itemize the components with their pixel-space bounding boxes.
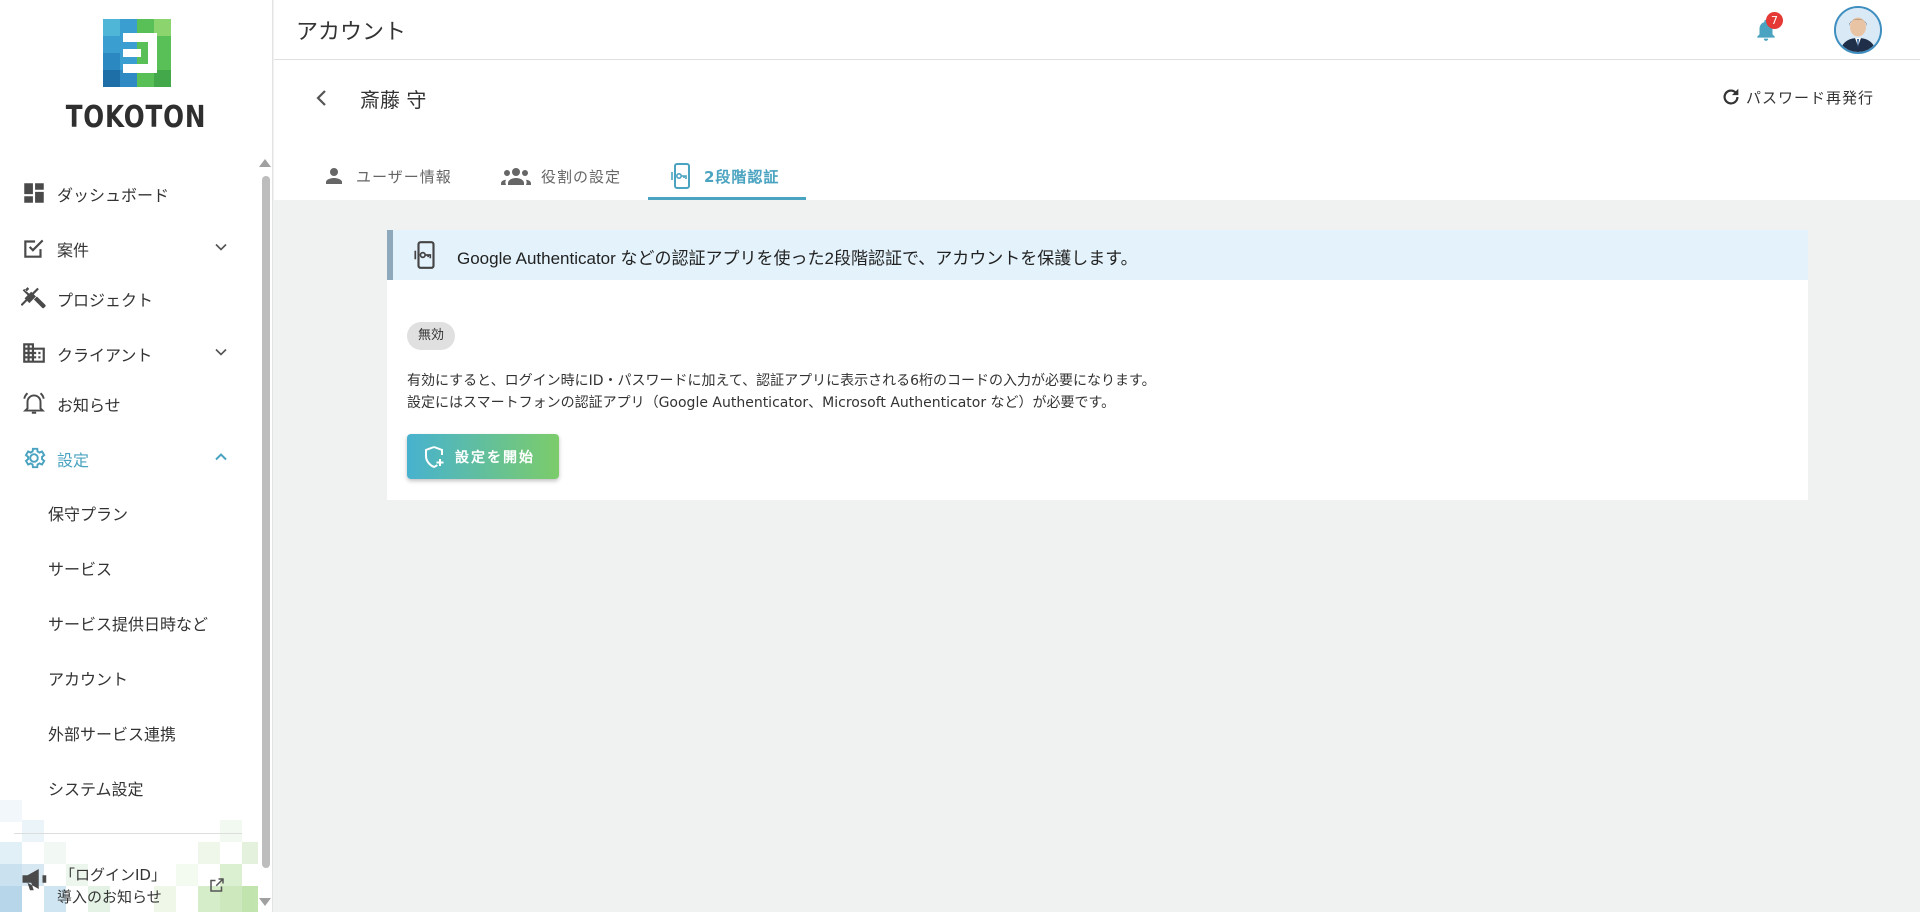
tab-user-info[interactable]: ユーザー情報 — [322, 154, 452, 198]
sidebar-item-notices[interactable]: お知らせ — [0, 382, 250, 422]
phone-key-icon — [414, 241, 435, 269]
building-icon — [23, 343, 45, 363]
tab-label: 2段階認証 — [704, 167, 780, 186]
user-name: 斎藤 守 — [360, 88, 427, 112]
chevron-down-icon[interactable] — [211, 237, 231, 257]
two-factor-description: 有効にすると、ログイン時にID・パスワードに加えて、認証アプリに表示される6桁の… — [407, 370, 1156, 414]
scroll-down-arrow-icon[interactable] — [259, 898, 271, 906]
sidebar-item-label: プロジェクト — [57, 291, 154, 310]
start-setup-label: 設定を開始 — [455, 450, 535, 466]
sidebar-item-label: クライアント — [57, 346, 153, 365]
sidebar-subitem-service-schedule[interactable]: サービス提供日時など — [48, 611, 208, 635]
sidebar-item-cases[interactable]: 案件 — [0, 227, 250, 267]
page-title: アカウント — [296, 20, 407, 45]
sidebar-item-label: お知らせ — [57, 396, 121, 415]
sidebar-subitem-account[interactable]: アカウント — [48, 666, 128, 690]
tools-icon — [21, 287, 46, 309]
dashboard-icon — [24, 183, 44, 203]
description-line-2: 設定にはスマートフォンの認証アプリ（Google Authenticator、M… — [407, 395, 1116, 411]
bell-ring-icon — [22, 392, 46, 414]
refresh-icon — [1723, 88, 1739, 105]
sidebar-item-label: 案件 — [57, 241, 90, 260]
group-icon — [501, 168, 531, 185]
sidebar-subitem-services[interactable]: サービス — [48, 556, 112, 580]
chevron-up-icon[interactable] — [211, 447, 231, 467]
brand-name: TOKOTON — [65, 100, 207, 135]
two-factor-info-banner: Google Authenticator などの認証アプリを使った2段階認証で、… — [387, 230, 1808, 280]
phone-key-icon — [671, 163, 690, 189]
task-check-icon — [24, 239, 44, 258]
external-link-icon[interactable] — [208, 876, 226, 894]
scroll-up-arrow-icon[interactable] — [259, 159, 271, 167]
gear-icon — [24, 447, 46, 469]
notice-line-1: 「ログインID」 — [60, 866, 166, 884]
tab-two-factor-auth[interactable]: 2段階認証 — [670, 154, 779, 198]
person-icon — [326, 168, 342, 184]
password-reset-label: パスワード再発行 — [1746, 88, 1875, 107]
two-factor-card: Google Authenticator などの認証アプリを使った2段階認証で、… — [387, 230, 1808, 500]
tab-label: 役割の設定 — [541, 167, 622, 186]
sidebar-item-clients[interactable]: クライアント — [0, 332, 250, 372]
account-header-panel: 斎藤 守 パスワード再発行 ユーザー情報 役割の設定 2段階認証 — [274, 60, 1920, 200]
tab-label: ユーザー情報 — [356, 167, 452, 186]
sidebar-item-label: 設定 — [57, 451, 90, 470]
sidebar-scroll-thumb[interactable] — [262, 176, 270, 868]
sidebar: TOKOTON ダッシュボード 案件 プロジェクト クライアント お知らせ 設定… — [0, 0, 273, 912]
tokoton-logo[interactable] — [103, 19, 171, 87]
megaphone-icon — [22, 869, 47, 891]
chevron-down-icon[interactable] — [211, 342, 231, 362]
shield-plus-icon — [425, 446, 444, 469]
user-avatar[interactable] — [1834, 6, 1882, 54]
active-tab-indicator — [648, 197, 806, 200]
sidebar-subitem-maintenance-plan[interactable]: 保守プラン — [48, 501, 128, 525]
status-badge: 無効 — [407, 322, 456, 350]
login-id-notice-link[interactable]: 「ログインID」 導入のお知らせ — [57, 864, 166, 908]
sidebar-item-dashboard[interactable]: ダッシュボード — [0, 172, 250, 212]
sidebar-subitem-integrations[interactable]: 外部サービス連携 — [48, 721, 176, 745]
avatar-photo — [1836, 8, 1880, 52]
description-line-1: 有効にすると、ログイン時にID・パスワードに加えて、認証アプリに表示される6桁の… — [407, 373, 1156, 389]
tab-role-settings[interactable]: 役割の設定 — [501, 154, 621, 198]
start-setup-button[interactable]: 設定を開始 — [407, 434, 559, 479]
notice-line-2: 導入のお知らせ — [57, 888, 162, 906]
two-factor-info-text: Google Authenticator などの認証アプリを使った2段階認証で、… — [457, 249, 1138, 268]
back-arrow-icon[interactable] — [310, 86, 334, 110]
sidebar-item-settings[interactable]: 設定 — [0, 437, 250, 477]
top-header: アカウント 7 — [274, 0, 1920, 60]
sidebar-divider — [14, 833, 242, 834]
password-reset-button[interactable]: パスワード再発行 — [1720, 86, 1874, 108]
sidebar-item-projects[interactable]: プロジェクト — [0, 277, 250, 317]
notification-badge: 7 — [1766, 12, 1783, 29]
sidebar-item-label: ダッシュボード — [57, 186, 170, 205]
